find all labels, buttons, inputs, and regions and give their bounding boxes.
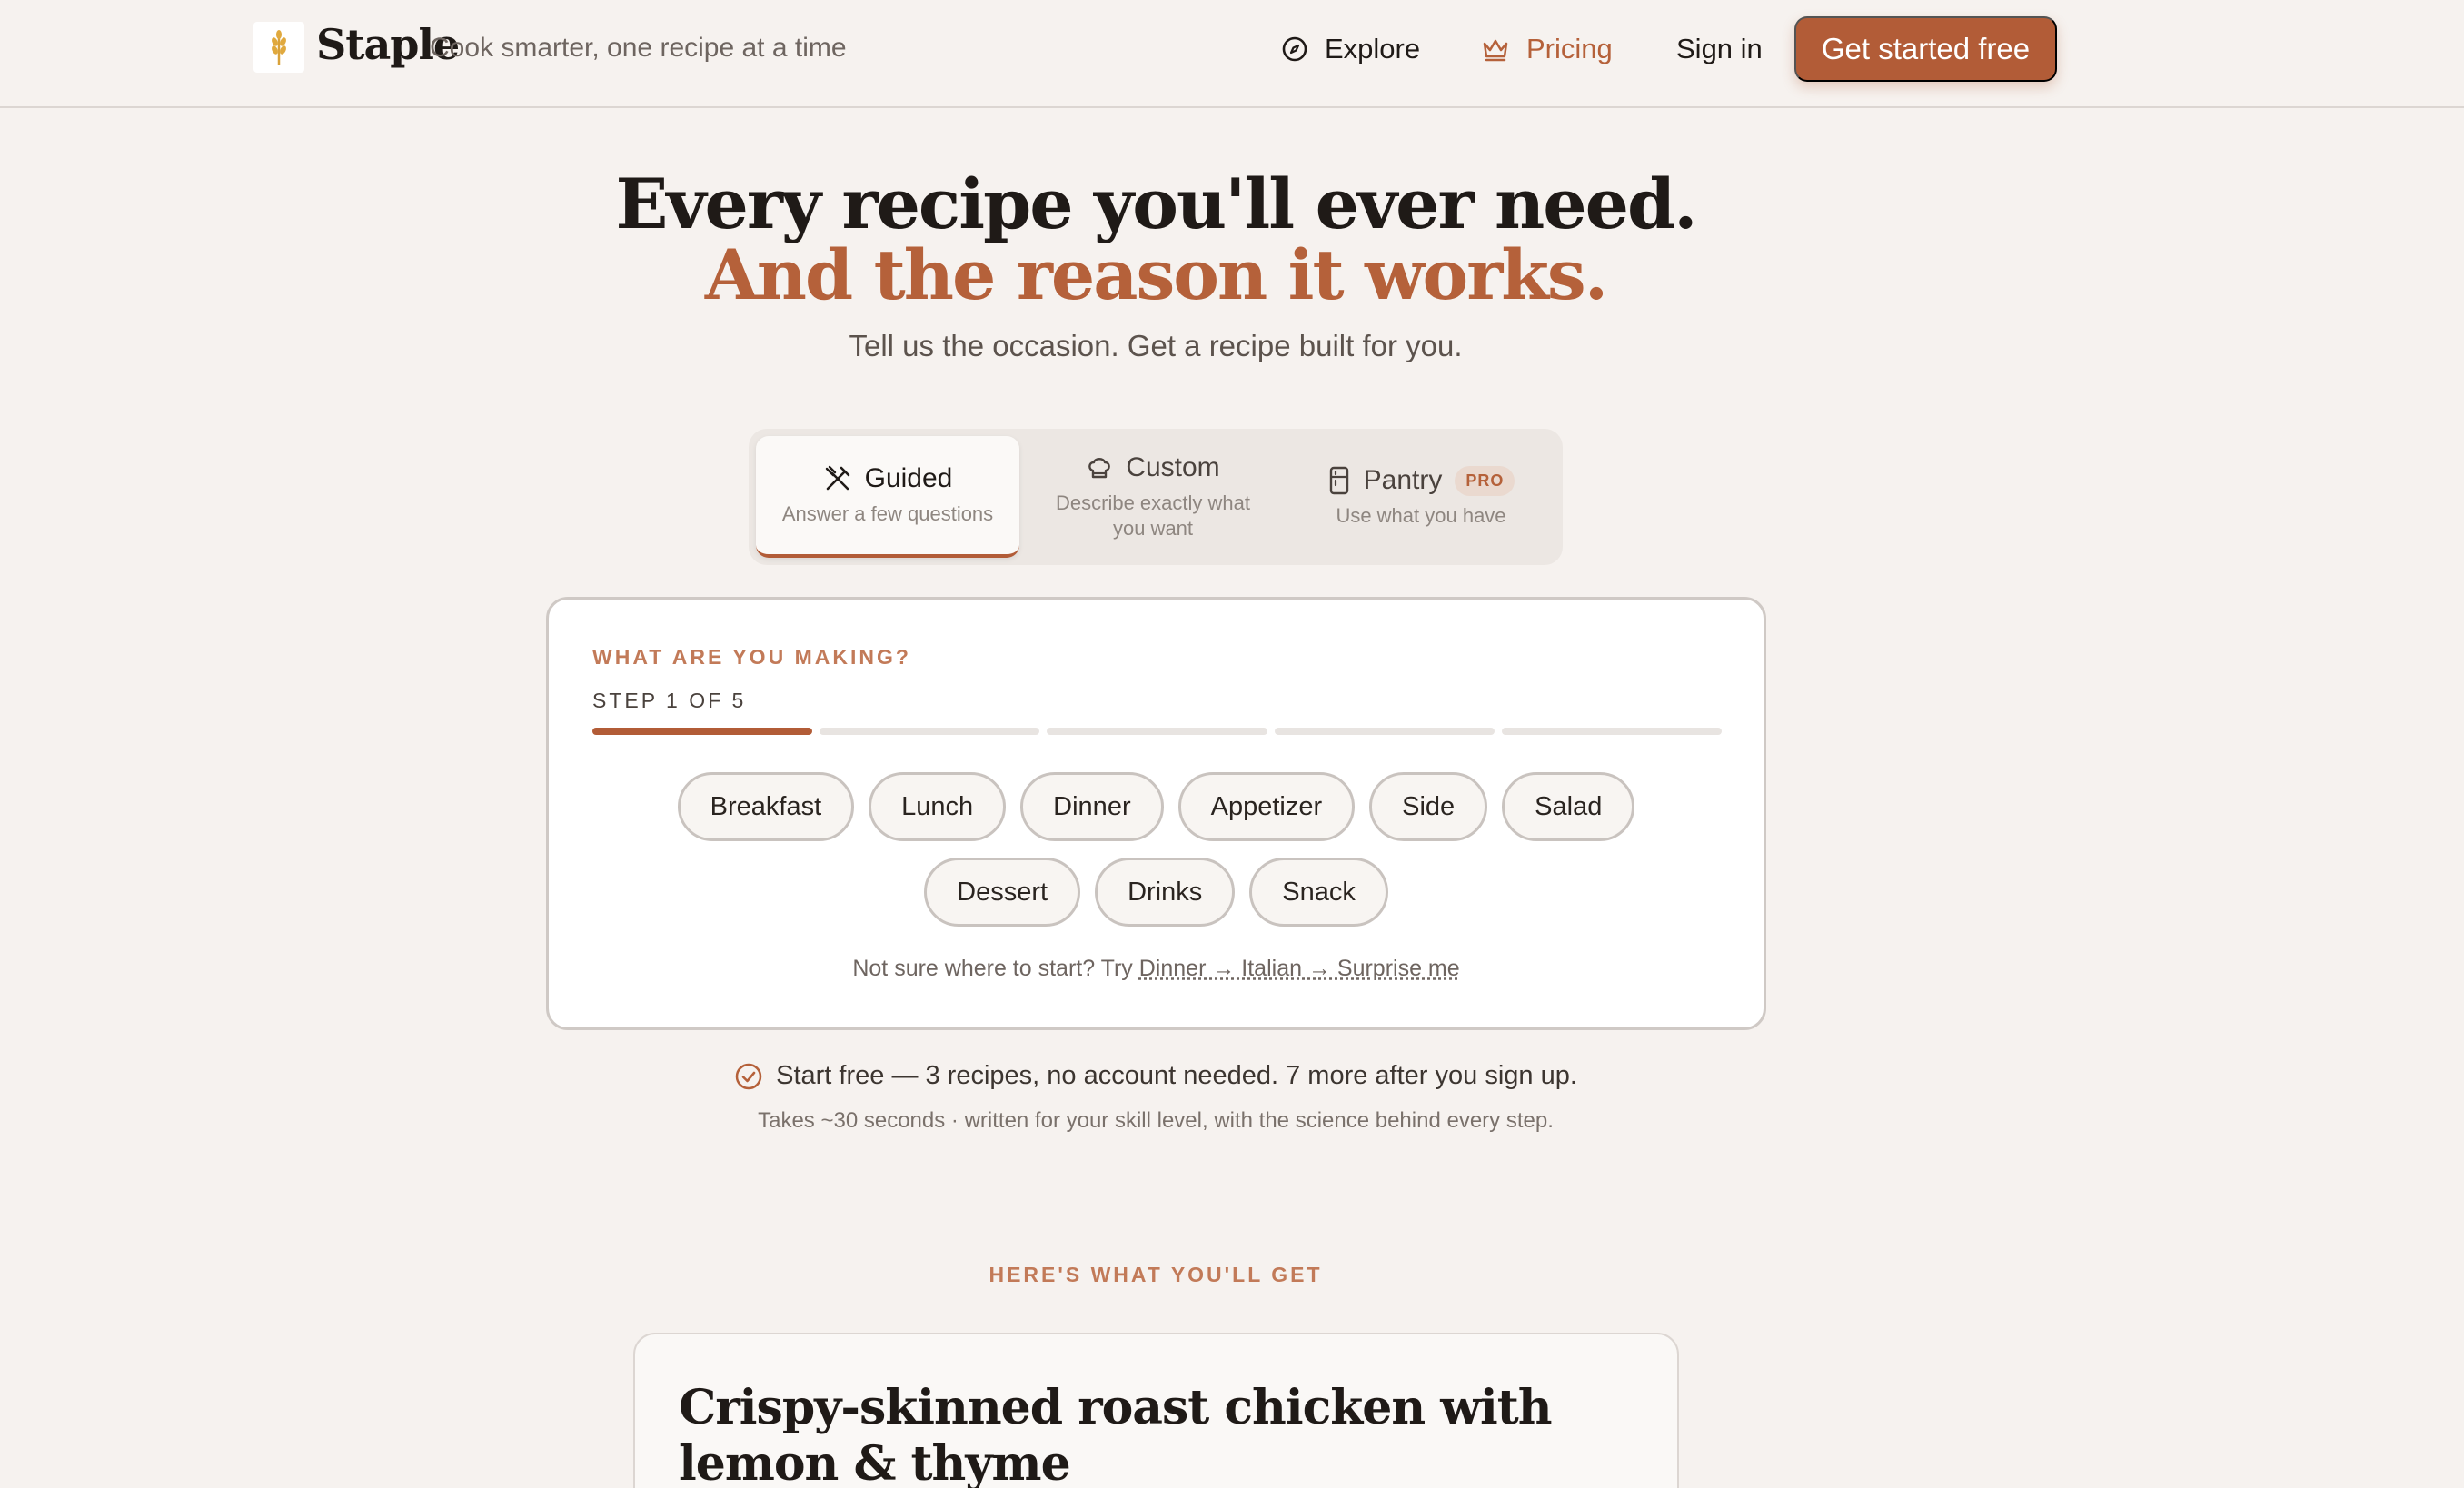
option-lunch[interactable]: Lunch <box>869 772 1007 841</box>
wizard-question: WHAT ARE YOU MAKING? <box>592 645 911 669</box>
option-salad[interactable]: Salad <box>1502 772 1635 841</box>
nav-explore-label: Explore <box>1325 33 1421 64</box>
chef-hat-icon <box>1088 458 1111 479</box>
option-snack[interactable]: Snack <box>1249 858 1388 927</box>
option-dessert[interactable]: Dessert <box>924 858 1081 927</box>
option-drinks[interactable]: Drinks <box>1095 858 1236 927</box>
sign-in-link[interactable]: Sign in <box>1676 33 1763 65</box>
meal-options-row: Dessert Drinks Snack <box>549 858 1764 927</box>
tab-custom-description: Describe exactly what you want <box>1056 491 1250 540</box>
progress-segment <box>1274 728 1495 735</box>
progress-segment <box>592 728 813 735</box>
progress-segment <box>1047 728 1267 735</box>
hint-text: Not sure where to start? Try <box>852 956 1133 981</box>
step-progress <box>592 728 1723 735</box>
option-appetizer[interactable]: Appetizer <box>1177 772 1356 841</box>
tab-guided-description: Answer a few questions <box>781 502 994 525</box>
free-trial-text: Start free — 3 recipes, no account neede… <box>776 1061 1577 1090</box>
utensils-crossed-icon <box>825 465 849 491</box>
tab-pantry-description: Use what you have <box>1336 504 1506 527</box>
check-circle-icon <box>735 1063 762 1089</box>
nav-pricing-label: Pricing <box>1526 33 1613 64</box>
hero-subtitle: Tell us the occasion. Get a recipe built… <box>849 329 1463 362</box>
progress-segment <box>820 728 1040 735</box>
option-breakfast[interactable]: Breakfast <box>677 772 855 841</box>
pro-badge: PRO <box>1455 465 1515 496</box>
fridge-icon <box>1329 466 1348 495</box>
tab-pantry-label: Pantry <box>1363 465 1443 495</box>
wizard-hint: Not sure where to start? Try Dinner → It… <box>549 956 1764 982</box>
compass-icon <box>1282 36 1307 62</box>
tab-guided-label: Guided <box>864 463 953 493</box>
progress-segment <box>1501 728 1723 735</box>
meal-options-row: Breakfast Lunch Dinner Appetizer Side Sa… <box>549 772 1764 841</box>
mode-tabs: Guided Answer a few questions Custom Des… <box>749 429 1563 565</box>
recipe-preview-card: Crispy-skinned roast chicken with lemon … <box>633 1333 1679 1488</box>
surprise-me-link[interactable]: Dinner → Italian → Surprise me <box>1139 956 1460 981</box>
option-dinner[interactable]: Dinner <box>1020 772 1164 841</box>
hero-title: Every recipe you'll ever need. <box>615 164 1697 244</box>
hero-title-accent: And the reason it works. <box>704 234 1608 315</box>
recipe-preview-title: Crispy-skinned roast chicken with lemon … <box>679 1380 1553 1488</box>
step-indicator: STEP 1 OF 5 <box>592 689 747 712</box>
nav-pricing-link[interactable]: Pricing <box>1481 33 1613 65</box>
timing-note: Takes ~30 seconds · written for your ski… <box>758 1108 1554 1133</box>
recipe-wizard-card: WHAT ARE YOU MAKING? STEP 1 OF 5 Breakfa… <box>546 597 1766 1030</box>
free-trial-note: Start free — 3 recipes, no account neede… <box>0 1061 2311 1091</box>
get-started-button[interactable]: Get started free <box>1794 16 2057 82</box>
wheat-icon <box>272 30 286 65</box>
nav-explore-link[interactable]: Explore <box>1281 33 1420 65</box>
tab-guided[interactable]: Guided Answer a few questions <box>756 436 1019 558</box>
option-side[interactable]: Side <box>1369 772 1488 841</box>
tab-custom-label: Custom <box>1126 452 1220 482</box>
preview-section-heading: HERE'S WHAT YOU'LL GET <box>989 1263 1323 1286</box>
top-nav: Staple Cook smarter, one recipe at a tim… <box>0 0 2464 108</box>
tab-pantry[interactable]: Pantry PRO Use what you have <box>1287 436 1555 558</box>
brand-tagline: Cook smarter, one recipe at a time <box>430 33 847 63</box>
tab-custom[interactable]: Custom Describe exactly what you want <box>1021 436 1285 558</box>
crown-icon <box>1483 39 1508 62</box>
logo[interactable] <box>253 22 304 73</box>
